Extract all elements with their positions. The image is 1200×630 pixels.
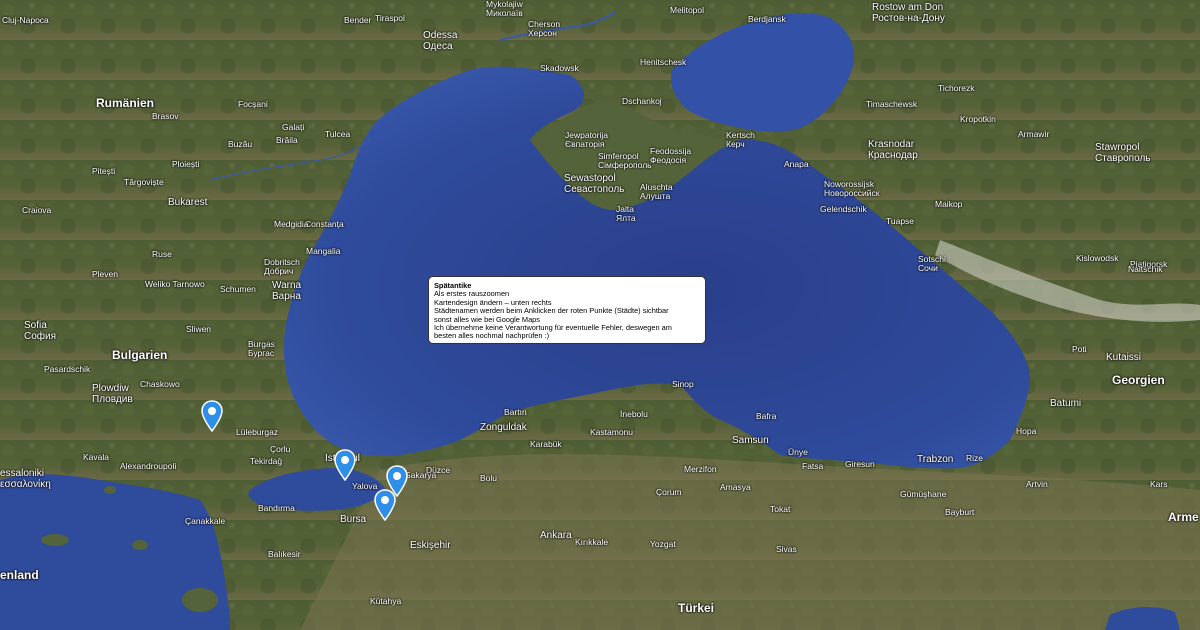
island	[132, 540, 148, 550]
island	[104, 486, 116, 494]
island	[41, 534, 69, 546]
info-line: besten alles nochmal nachprüfen :)	[434, 331, 550, 341]
info-box: Spätantike Als erstes rauszoomen Kartend…	[428, 276, 706, 344]
island	[182, 588, 218, 612]
map-pin-marker[interactable]	[374, 489, 396, 521]
map-pin-marker[interactable]	[334, 449, 356, 481]
anatolia-land	[300, 454, 1200, 630]
map-pin-marker[interactable]	[201, 400, 223, 432]
